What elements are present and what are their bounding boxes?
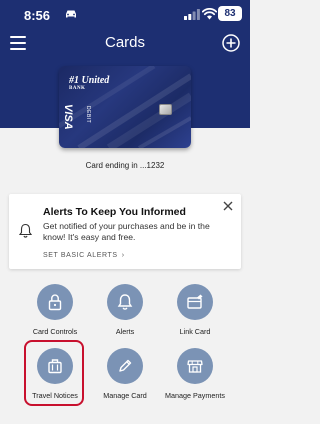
lock-icon xyxy=(48,294,62,311)
manage-payments-button[interactable]: Manage Payments xyxy=(157,348,233,416)
action-label: Card Controls xyxy=(32,327,78,336)
action-label: Manage Card xyxy=(103,391,147,400)
debit-card-image[interactable]: #1 United BANK VISA DEBIT xyxy=(59,66,191,148)
visa-logo: VISA xyxy=(62,104,74,130)
storefront-icon xyxy=(187,360,203,373)
alert-body: Get notified of your purchases and be in… xyxy=(43,221,210,242)
action-circle xyxy=(107,348,143,384)
action-circle xyxy=(37,284,73,320)
page-title: Cards xyxy=(104,34,145,51)
card-type-label: DEBIT xyxy=(85,106,91,124)
card-ending-text: Card ending in ...1232 xyxy=(85,161,165,170)
card-bank-logo: #1 United BANK xyxy=(69,75,110,92)
action-circle xyxy=(177,348,213,384)
manage-card-button[interactable]: Manage Card xyxy=(87,348,163,416)
alerts-promo-box: Alerts To Keep You Informed Get notified… xyxy=(9,194,241,269)
signal-icon xyxy=(184,9,200,20)
chevron-right-icon: › xyxy=(121,252,125,259)
set-basic-alerts-link[interactable]: SET BASIC ALERTS › xyxy=(43,252,125,259)
action-circle xyxy=(107,284,143,320)
link-card-icon xyxy=(187,294,203,309)
bell-icon xyxy=(117,294,133,310)
action-label: Link Card xyxy=(179,327,211,336)
action-circle xyxy=(177,284,213,320)
action-label: Alerts xyxy=(115,327,135,336)
wifi-icon xyxy=(202,8,217,20)
set-basic-alerts-label: SET BASIC ALERTS xyxy=(43,252,118,259)
alert-title: Alerts To Keep You Informed xyxy=(43,206,186,218)
battery-indicator: 83 xyxy=(218,6,242,21)
car-icon xyxy=(66,10,76,18)
status-time: 8:56 xyxy=(24,8,51,23)
card-chip xyxy=(159,104,172,115)
bell-icon xyxy=(19,223,32,238)
pencil-icon xyxy=(119,359,132,372)
alerts-button[interactable]: Alerts xyxy=(87,284,163,352)
link-card-button[interactable]: Link Card xyxy=(157,284,233,352)
status-bar: 8:56 83 xyxy=(0,0,250,30)
close-icon[interactable] xyxy=(221,199,235,213)
selection-highlight xyxy=(24,340,84,406)
action-label: Manage Payments xyxy=(165,391,225,400)
add-card-icon[interactable] xyxy=(222,34,240,52)
